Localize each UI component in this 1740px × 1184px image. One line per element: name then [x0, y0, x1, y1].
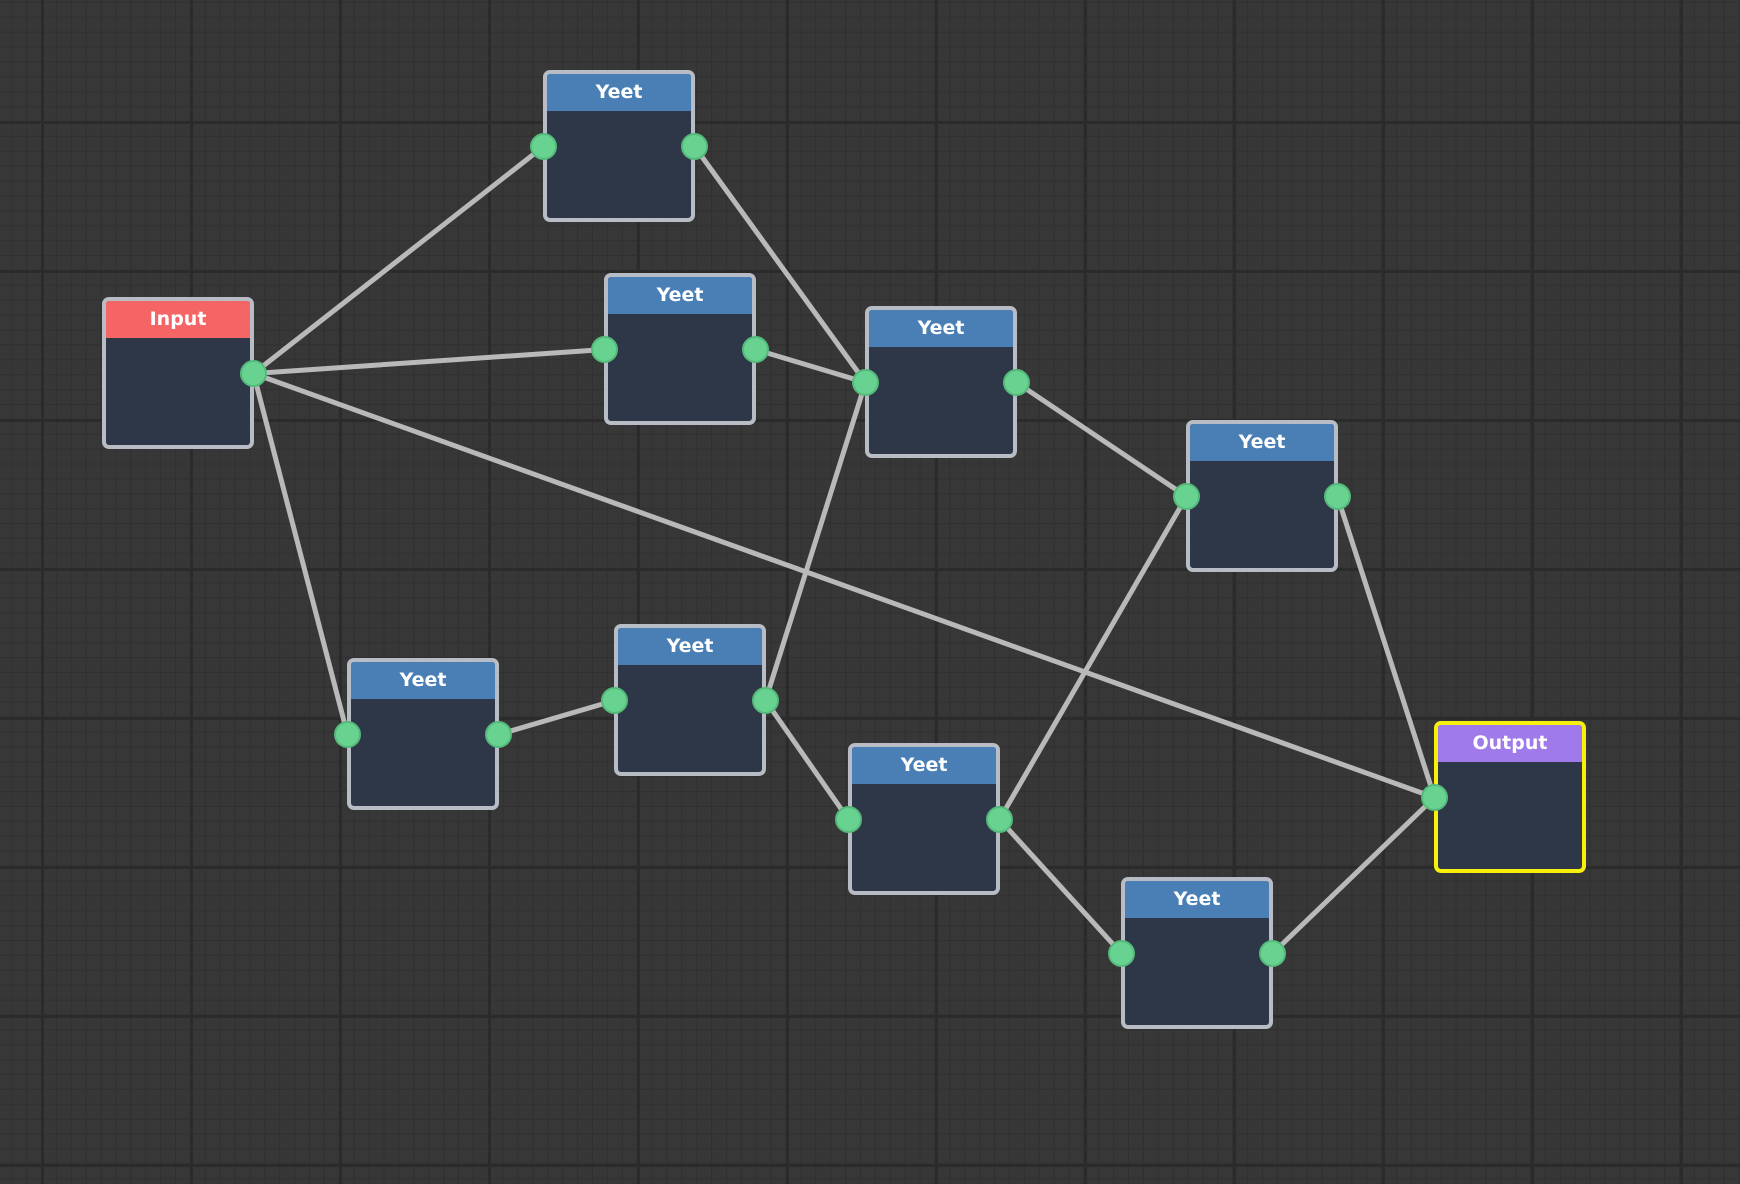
node-yeet-7[interactable]: Yeet — [835, 743, 1013, 895]
node-yeet-6[interactable]: Yeet — [601, 624, 779, 776]
input-port[interactable] — [852, 369, 879, 396]
node-header-input: Input — [106, 301, 250, 338]
connection-yeet-6-to-yeet-7[interactable] — [763, 698, 851, 822]
node-header-yeet: Yeet — [869, 310, 1013, 347]
node-header-yeet: Yeet — [852, 747, 996, 784]
connection-yeet-7-to-yeet-8[interactable] — [997, 817, 1124, 956]
node-yeet-1[interactable]: Yeet — [530, 70, 708, 222]
output-port[interactable] — [1324, 483, 1351, 510]
node-yeet-5[interactable]: Yeet — [334, 658, 512, 810]
connection-yeet-4-to-output[interactable] — [1335, 494, 1437, 800]
input-port[interactable] — [591, 336, 618, 363]
node-header-output: Output — [1438, 725, 1582, 762]
input-port[interactable] — [334, 721, 361, 748]
output-port[interactable] — [681, 133, 708, 160]
node-header-yeet: Yeet — [1190, 424, 1334, 461]
output-port[interactable] — [485, 721, 512, 748]
node-yeet-4[interactable]: Yeet — [1173, 420, 1351, 572]
input-port[interactable] — [601, 687, 628, 714]
output-port[interactable] — [742, 336, 769, 363]
connection-input-to-yeet-1[interactable] — [251, 144, 546, 376]
connection-yeet-8-to-output[interactable] — [1270, 795, 1437, 956]
node-header-yeet: Yeet — [608, 277, 752, 314]
connection-yeet-2-to-yeet-3[interactable] — [753, 347, 868, 385]
node-input[interactable]: Input — [102, 297, 267, 449]
node-editor-canvas[interactable]: Input Yeet Yeet Yeet Yeet Yeet Yeet Yeet — [0, 0, 1740, 1184]
node-yeet-8[interactable]: Yeet — [1108, 877, 1286, 1029]
node-yeet-2[interactable]: Yeet — [591, 273, 769, 425]
connection-yeet-5-to-yeet-6[interactable] — [496, 698, 617, 737]
input-port[interactable] — [1108, 940, 1135, 967]
input-port[interactable] — [1421, 784, 1448, 811]
connection-yeet-3-to-yeet-4[interactable] — [1014, 380, 1189, 499]
connection-yeet-7-to-yeet-4[interactable] — [997, 494, 1189, 822]
node-header-yeet: Yeet — [547, 74, 691, 111]
connection-yeet-6-to-yeet-3[interactable] — [763, 380, 868, 703]
output-port[interactable] — [1259, 940, 1286, 967]
output-port[interactable] — [240, 360, 267, 387]
output-port[interactable] — [752, 687, 779, 714]
connections-layer — [251, 144, 1437, 956]
node-header-yeet: Yeet — [351, 662, 495, 699]
node-header-yeet: Yeet — [1125, 881, 1269, 918]
output-port[interactable] — [986, 806, 1013, 833]
input-port[interactable] — [1173, 483, 1200, 510]
node-header-yeet: Yeet — [618, 628, 762, 665]
node-output[interactable]: Output — [1421, 721, 1586, 873]
connection-input-to-yeet-2[interactable] — [251, 347, 607, 376]
input-port[interactable] — [835, 806, 862, 833]
input-port[interactable] — [530, 133, 557, 160]
node-yeet-3[interactable]: Yeet — [852, 306, 1030, 458]
output-port[interactable] — [1003, 369, 1030, 396]
connection-input-to-yeet-5[interactable] — [251, 371, 350, 737]
